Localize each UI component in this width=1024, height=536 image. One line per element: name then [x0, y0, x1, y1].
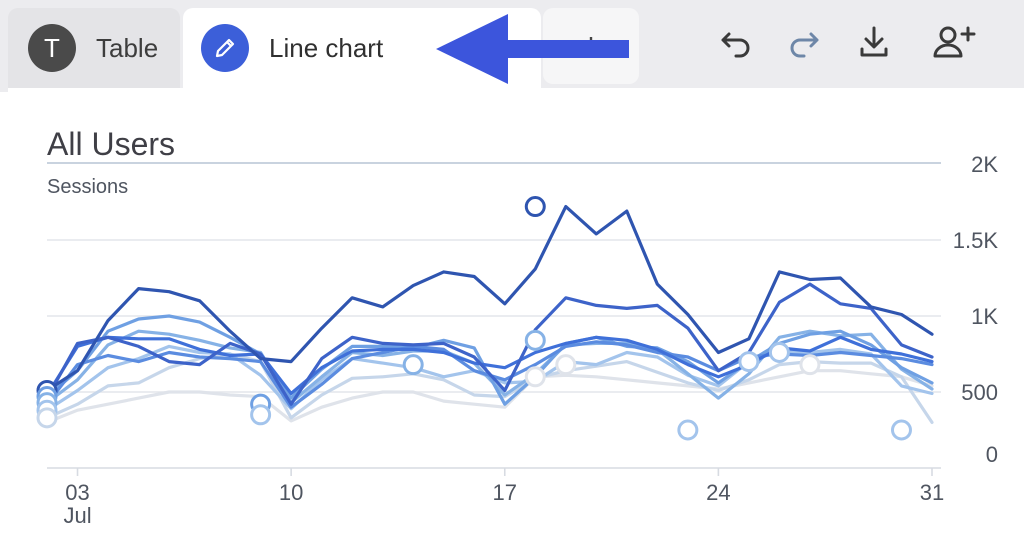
x-month-label: Jul [63, 503, 91, 528]
y-tick-label: 2K [971, 152, 998, 177]
data-point-marker[interactable] [677, 419, 699, 441]
y-tick-label: 500 [961, 380, 998, 405]
y-tick-label: 1.5K [953, 228, 999, 253]
series-lines [45, 205, 934, 424]
data-point-marker[interactable] [890, 419, 912, 441]
x-tick-label: 17 [493, 480, 517, 505]
x-tick-label: 03 [65, 480, 89, 505]
y-tick-label: 0 [986, 442, 998, 467]
data-point-marker[interactable] [524, 329, 546, 351]
data-point-marker[interactable] [768, 341, 790, 363]
data-point-marker[interactable] [36, 407, 58, 429]
x-tick-label: 31 [920, 480, 944, 505]
annotation-arrow-icon [436, 14, 629, 84]
x-tick-label: 24 [706, 480, 730, 505]
x-tick-label: 10 [279, 480, 303, 505]
data-point-marker[interactable] [799, 354, 821, 376]
data-point-marker[interactable] [250, 404, 272, 426]
data-point-marker[interactable] [524, 366, 546, 388]
data-point-marker[interactable] [524, 196, 546, 218]
y-tick-label: 1K [971, 304, 998, 329]
line-chart: 0 500 1K 1.5K 2K 03 10 17 24 31 Jul [36, 14, 999, 528]
data-point-marker[interactable] [738, 351, 760, 373]
data-point-marker[interactable] [402, 354, 424, 376]
data-point-marker[interactable] [555, 354, 577, 376]
